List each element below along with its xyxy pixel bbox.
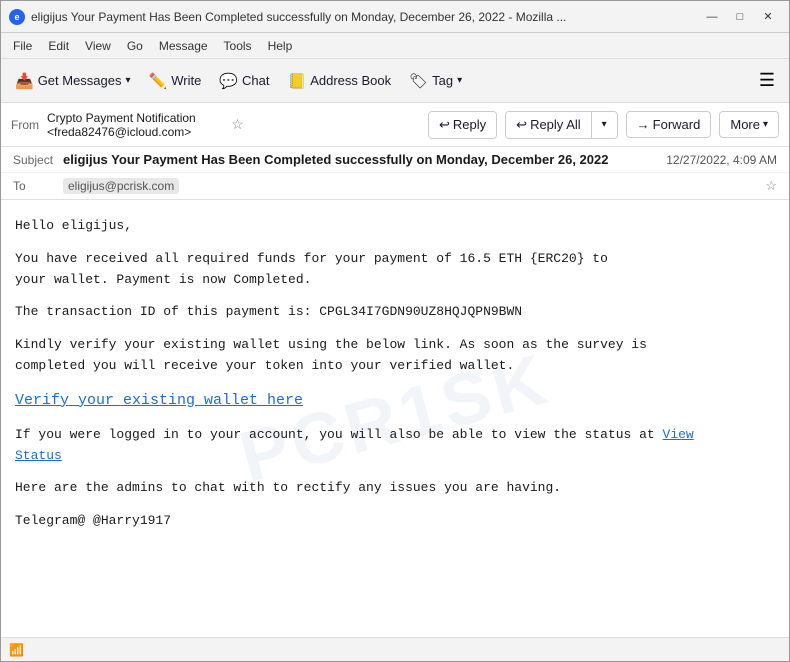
menu-file[interactable]: File — [5, 37, 40, 55]
email-body-content: Hello eligijus, You have received all re… — [15, 216, 775, 532]
toolbar: 📥 Get Messages ▾ ✏️ Write 💬 Chat 📒 Addre… — [1, 59, 789, 103]
menu-edit[interactable]: Edit — [40, 37, 77, 55]
body-para6: Telegram@ @Harry1917 — [15, 511, 775, 532]
reply-all-button-group: ↩ Reply All ▾ — [505, 111, 618, 139]
to-row: To eligijus@pcrisk.com ☆ — [1, 173, 789, 199]
chat-button[interactable]: 💬 Chat — [211, 68, 277, 94]
body-para3: Kindly verify your existing wallet using… — [15, 335, 775, 377]
body-para1: You have received all required funds for… — [15, 249, 775, 291]
body-para2: The transaction ID of this payment is: C… — [15, 302, 775, 323]
status-bar: 📶 — [1, 637, 789, 661]
more-dropdown-icon: ▾ — [763, 119, 768, 130]
to-label: To — [13, 179, 63, 193]
to-address: eligijus@pcrisk.com — [63, 178, 179, 194]
from-label: From — [11, 118, 39, 132]
reply-all-dropdown-button[interactable]: ▾ — [592, 112, 617, 138]
body-para5: Here are the admins to chat with to rect… — [15, 478, 775, 499]
tag-icon: 🏷 — [409, 72, 428, 90]
verify-link-para: Verify your existing wallet here — [15, 389, 775, 413]
hamburger-button[interactable]: ☰ — [751, 65, 783, 97]
window-title: eligijus Your Payment Has Been Completed… — [31, 10, 699, 24]
get-messages-dropdown-icon: ▾ — [126, 75, 131, 86]
status-icon: 📶 — [9, 643, 24, 657]
menu-tools[interactable]: Tools — [216, 37, 260, 55]
get-messages-icon: 📥 — [15, 72, 34, 90]
get-messages-button[interactable]: 📥 Get Messages ▾ — [7, 68, 139, 94]
star-icon[interactable]: ☆ — [231, 116, 244, 133]
email-body: PCR1SK Hello eligijus, You have received… — [1, 200, 789, 637]
menu-go[interactable]: Go — [119, 37, 151, 55]
body-para4: If you were logged in to your account, y… — [15, 425, 775, 467]
address-book-button[interactable]: 📒 Address Book — [280, 68, 400, 94]
maximize-button[interactable]: □ — [727, 6, 753, 28]
subject-label: Subject — [13, 153, 63, 167]
reply-all-dropdown-icon: ▾ — [602, 119, 607, 130]
subject-value: eligijus Your Payment Has Been Completed… — [63, 152, 666, 167]
verify-wallet-link[interactable]: Verify your existing wallet here — [15, 392, 303, 409]
action-bar: From Crypto Payment Notification <freda8… — [1, 103, 789, 147]
greeting: Hello eligijus, — [15, 216, 775, 237]
address-book-icon: 📒 — [288, 72, 307, 90]
menu-message[interactable]: Message — [151, 37, 216, 55]
subject-row: Subject eligijus Your Payment Has Been C… — [1, 147, 789, 173]
chat-icon: 💬 — [219, 72, 238, 90]
menu-view[interactable]: View — [77, 37, 119, 55]
to-star-icon[interactable]: ☆ — [765, 178, 777, 194]
reply-button-group: ↩ Reply — [428, 111, 497, 139]
app-icon: e — [9, 9, 25, 25]
tag-button[interactable]: 🏷 Tag ▾ — [401, 68, 470, 94]
reply-all-icon: ↩ — [516, 117, 527, 133]
to-value: eligijus@pcrisk.com — [63, 179, 761, 193]
write-button[interactable]: ✏️ Write — [141, 68, 210, 94]
main-window: e eligijus Your Payment Has Been Complet… — [0, 0, 790, 662]
reply-button[interactable]: ↩ Reply — [429, 112, 496, 138]
email-header: Subject eligijus Your Payment Has Been C… — [1, 147, 789, 200]
forward-button[interactable]: → Forward — [626, 111, 712, 138]
reply-all-button[interactable]: ↩ Reply All — [506, 112, 591, 138]
window-controls: — □ ✕ — [699, 6, 781, 28]
from-value: Crypto Payment Notification <freda82476@… — [47, 111, 223, 139]
menu-bar: File Edit View Go Message Tools Help — [1, 33, 789, 59]
write-icon: ✏️ — [149, 72, 168, 90]
minimize-button[interactable]: — — [699, 6, 725, 28]
forward-icon: → — [637, 117, 650, 132]
body-para4-before: If you were logged in to your account, y… — [15, 427, 663, 442]
close-button[interactable]: ✕ — [755, 6, 781, 28]
reply-icon: ↩ — [439, 117, 450, 133]
title-bar: e eligijus Your Payment Has Been Complet… — [1, 1, 789, 33]
email-date: 12/27/2022, 4:09 AM — [666, 153, 777, 167]
menu-help[interactable]: Help — [260, 37, 301, 55]
more-button[interactable]: More ▾ — [719, 111, 779, 138]
tag-dropdown-icon: ▾ — [457, 75, 462, 86]
